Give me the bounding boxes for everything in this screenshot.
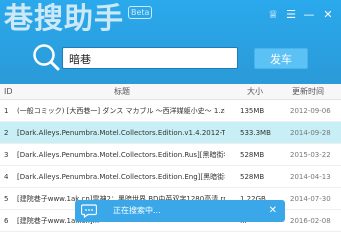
row-size: 528MB <box>240 173 265 181</box>
table-header: ID 标题 大小 更新时间 <box>0 84 341 100</box>
beta-badge: Beta <box>128 6 153 19</box>
table-row[interactable]: 4 [Dark.Alleys.Penumbra.Motel.Collectors… <box>0 166 341 188</box>
table-row[interactable]: 1 (一般コミック) [大西巷一] ダンス マカブル ～西洋媒躯小史～ 1.zi… <box>0 100 341 122</box>
row-date: 2014-04-13 <box>290 173 331 181</box>
close-button[interactable]: ✕ <box>321 8 335 22</box>
table-row[interactable]: 3 [Dark.Alleys.Penumbra.Motel.Collectors… <box>0 144 341 166</box>
row-id: 4 <box>4 173 9 181</box>
header-date[interactable]: 更新时间 <box>292 84 324 100</box>
row-id: 5 <box>4 195 9 203</box>
title-bar: 巷搜助手 Beta ♕ ☰ — ✕ 发车 <box>0 0 341 84</box>
search-field[interactable] <box>62 47 238 69</box>
row-title: [Dark.Alleys.Penumbra.Motel.Collectors.E… <box>17 129 225 137</box>
header-title[interactable]: 标题 <box>114 84 130 100</box>
search-input[interactable] <box>63 49 237 69</box>
searching-toast: 正在搜索中... ✕ <box>75 200 285 222</box>
row-title: [Dark.Alleys.Penumbra.Motel.Collectors.E… <box>17 173 225 181</box>
row-id: 3 <box>4 151 9 159</box>
toast-close-icon[interactable]: ✕ <box>269 200 277 222</box>
search-button[interactable]: 发车 <box>254 48 308 69</box>
row-date: 2015-03-22 <box>290 151 331 159</box>
toast-text: 正在搜索中... <box>113 206 161 215</box>
row-size: 528MB <box>240 151 265 159</box>
row-date: 2016-02-08 <box>290 217 331 225</box>
row-id: 6 <box>4 217 9 225</box>
row-title: (一般コミック) [大西巷一] ダンス マカブル ～西洋媒躯小史～ 1.zip <box>17 107 225 115</box>
header-id[interactable]: ID <box>4 84 13 100</box>
row-size: 135MB <box>240 107 265 115</box>
row-id: 2 <box>4 129 9 137</box>
app-title: 巷搜助手 <box>4 1 125 35</box>
table-row[interactable]: 2 [Dark.Alleys.Penumbra.Motel.Collectors… <box>0 122 341 144</box>
chat-bubble-icon <box>81 204 97 218</box>
minimize-button[interactable]: — <box>302 8 316 22</box>
search-icon <box>33 44 60 71</box>
row-date: 2014-09-28 <box>290 129 331 137</box>
header-size[interactable]: 大小 <box>247 84 263 100</box>
row-size: 533.3MB <box>240 129 271 137</box>
row-date: 2012-09-06 <box>290 107 331 115</box>
row-title: [Dark.Alleys.Penumbra.Motel.Collectors.E… <box>17 151 225 159</box>
row-date: 2014-07-30 <box>290 195 331 203</box>
menu-icon[interactable]: ☰ <box>284 8 298 22</box>
row-id: 1 <box>4 107 9 115</box>
skin-icon[interactable]: ♕ <box>266 8 280 22</box>
